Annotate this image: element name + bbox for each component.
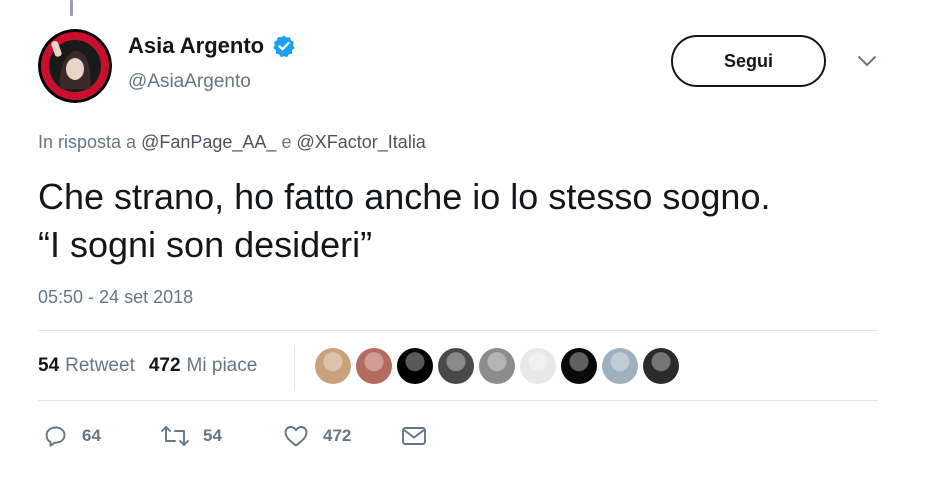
like-count: 472: [323, 426, 352, 445]
reply-conjunction: e: [281, 132, 292, 152]
liker-avatar[interactable]: [561, 348, 597, 384]
liker-avatar[interactable]: [479, 348, 515, 384]
divider: [38, 330, 878, 331]
follow-button[interactable]: Segui: [671, 35, 826, 87]
author-handle[interactable]: @AsiaArgento: [128, 71, 251, 93]
heart-icon[interactable]: [283, 424, 309, 448]
tweet-actions: 64 54 472: [44, 424, 427, 448]
reply-prefix: In risposta a: [38, 132, 137, 152]
liker-avatar[interactable]: [602, 348, 638, 384]
liker-avatars: [315, 348, 684, 384]
liker-avatar[interactable]: [520, 348, 556, 384]
retweet-icon[interactable]: [161, 424, 189, 448]
reply-count: 64: [82, 426, 101, 445]
reply-action[interactable]: 64: [44, 424, 161, 448]
retweets-stat[interactable]: 54 Retweet: [38, 355, 135, 377]
thread-line: [70, 0, 73, 16]
liker-avatar[interactable]: [438, 348, 474, 384]
liker-avatar[interactable]: [356, 348, 392, 384]
liker-avatar[interactable]: [397, 348, 433, 384]
reply-user-link[interactable]: @FanPage_AA_: [141, 132, 276, 152]
retweets-count: 54: [38, 355, 60, 376]
reply-user-link[interactable]: @XFactor_Italia: [297, 132, 426, 152]
likes-stat[interactable]: 472 Mi piace: [149, 355, 257, 377]
author-display-name[interactable]: Asia Argento: [128, 33, 264, 59]
envelope-icon[interactable]: [401, 425, 427, 447]
retweets-label: Retweet: [65, 355, 135, 376]
retweet-action[interactable]: 54: [161, 424, 283, 448]
verified-badge-icon: [272, 34, 296, 58]
reply-icon[interactable]: [44, 424, 68, 448]
liker-avatar[interactable]: [315, 348, 351, 384]
likes-count: 472: [148, 355, 181, 376]
tweet-text-line: “I sogni son desideri”: [38, 224, 373, 265]
like-action[interactable]: 472: [283, 424, 401, 448]
reply-context: In risposta a @FanPage_AA_ e @XFactor_It…: [38, 132, 426, 153]
tweet-timestamp[interactable]: 05:50 - 24 set 2018: [38, 287, 193, 308]
divider: [38, 400, 878, 401]
tweet-text-line: Che strano, ho fatto anche io lo stesso …: [38, 176, 771, 217]
retweet-count: 54: [203, 426, 222, 445]
direct-message-action[interactable]: [401, 425, 427, 447]
stats-separator: [294, 345, 295, 391]
chevron-down-icon[interactable]: [856, 54, 878, 68]
liker-avatar[interactable]: [643, 348, 679, 384]
tweet-text: Che strano, ho fatto anche io lo stesso …: [38, 173, 898, 269]
likes-label: Mi piace: [186, 355, 258, 376]
tweet-stats: 54 Retweet 472 Mi piace: [38, 355, 257, 377]
author-avatar[interactable]: [38, 29, 112, 103]
